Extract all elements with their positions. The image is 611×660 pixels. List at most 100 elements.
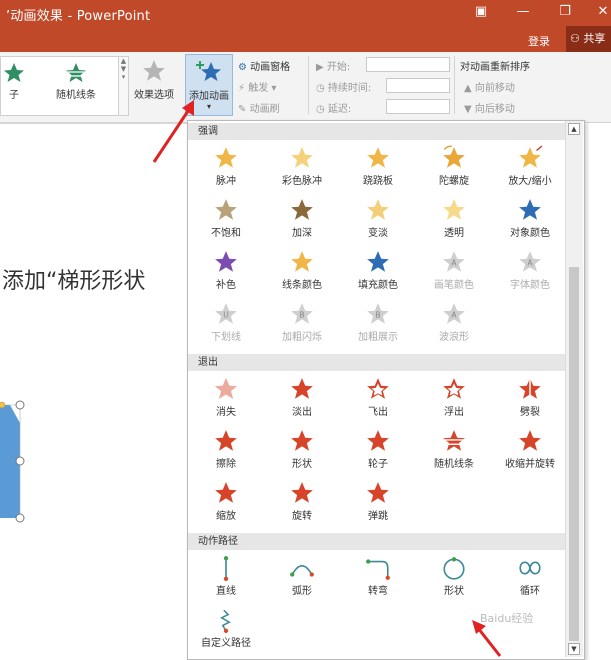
fill-color-star-icon bbox=[340, 249, 416, 275]
effect-label: 淡出 bbox=[292, 407, 312, 418]
effect-label: 波浪形 bbox=[439, 332, 469, 343]
color-pulse-star-icon bbox=[264, 145, 340, 171]
motion-effect-loop-path[interactable]: 循环 bbox=[492, 551, 568, 601]
share-button[interactable]: ⚇ 共享 bbox=[566, 26, 611, 52]
play-icon: ▶ bbox=[316, 62, 324, 73]
window-title: ’动画效果 - PowerPoint bbox=[6, 9, 151, 24]
exit-effect-split-star[interactable]: 劈裂 bbox=[492, 372, 568, 422]
emphasis-effect-darken-star[interactable]: 加深 bbox=[264, 193, 340, 243]
login-link[interactable]: 登录 bbox=[528, 33, 550, 49]
shape-star-icon bbox=[264, 428, 340, 454]
emphasis-effect-fill-color-star[interactable]: 填充颜色 bbox=[340, 245, 416, 295]
emphasis-effect-grow-shrink-star[interactable]: 放大/缩小 bbox=[492, 141, 568, 191]
gallery-scrollbar[interactable]: ▲ ▼ ▾ bbox=[118, 56, 129, 116]
effect-label: 飞出 bbox=[368, 407, 388, 418]
random-bars-star-icon bbox=[416, 428, 492, 454]
emphasis-effect-desaturate-star[interactable]: 不饱和 bbox=[188, 193, 264, 243]
move-earlier-button[interactable]: ▲ 向前移动 bbox=[464, 79, 515, 94]
scroll-up-icon[interactable]: ▲ bbox=[568, 123, 580, 135]
trapezoid-shape[interactable] bbox=[0, 393, 30, 523]
effect-label: 下划线 bbox=[211, 332, 241, 343]
star-green-icon bbox=[0, 61, 41, 85]
effect-label: 形状 bbox=[292, 459, 312, 470]
fade-star-icon bbox=[264, 376, 340, 402]
line-path-icon bbox=[188, 555, 264, 581]
duration-input[interactable] bbox=[386, 78, 450, 93]
exit-effect-shape-star[interactable]: 形状 bbox=[264, 424, 340, 474]
restore-icon[interactable]: ❐ bbox=[552, 3, 578, 21]
emphasis-effect-color-pulse-star[interactable]: 彩色脉冲 bbox=[264, 141, 340, 191]
exit-effect-fly-out-star[interactable]: 飞出 bbox=[340, 372, 416, 422]
add-animation-icon bbox=[186, 59, 232, 85]
start-label: 开始: bbox=[326, 62, 351, 73]
motion-effect-custom-path[interactable]: 自定义路径 bbox=[188, 603, 264, 653]
font-color-icon: A bbox=[492, 249, 568, 275]
user-icon: ⚇ bbox=[570, 32, 580, 45]
effect-label: 不饱和 bbox=[211, 228, 241, 239]
emphasis-effect-pulse-star[interactable]: 脉冲 bbox=[188, 141, 264, 191]
ribbon-display-icon[interactable]: ▣ bbox=[468, 3, 494, 21]
emphasis-effect-line-color-star[interactable]: 线条颜色 bbox=[264, 245, 340, 295]
move-later-button[interactable]: ▼ 向后移动 bbox=[464, 100, 515, 115]
motion-effect-arc-path[interactable]: 弧形 bbox=[264, 551, 340, 601]
emphasis-effect-complementary-color-star[interactable]: 补色 bbox=[188, 245, 264, 295]
move-later-label: 向后移动 bbox=[474, 104, 515, 115]
animation-pane-button[interactable]: ⚙ 动画窗格 bbox=[238, 58, 290, 73]
motion-paths-header: 动作路径 bbox=[188, 533, 565, 550]
scroll-thumb[interactable] bbox=[569, 267, 579, 641]
wipe-star-icon bbox=[188, 428, 264, 454]
gallery-item[interactable]: 随机线条 bbox=[49, 59, 103, 101]
gallery-item[interactable]: 子 bbox=[0, 59, 41, 101]
exit-effect-float-out-star[interactable]: 浮出 bbox=[416, 372, 492, 422]
effect-label: 填充颜色 bbox=[358, 280, 398, 291]
svg-text:A: A bbox=[527, 258, 533, 267]
down-arrow-icon: ▼ bbox=[464, 104, 472, 115]
duration-label-group: ◷ 持续时间: bbox=[316, 79, 371, 94]
effect-label: 对象颜色 bbox=[510, 228, 550, 239]
darken-star-icon bbox=[264, 197, 340, 223]
svg-text:A: A bbox=[451, 258, 457, 267]
effect-label: 加粗展示 bbox=[358, 332, 398, 343]
scroll-down-icon[interactable]: ▼ bbox=[568, 643, 580, 655]
watermark: Baidu经验 bbox=[480, 612, 534, 625]
exit-effect-shrink-turn-star[interactable]: 收缩并旋转 bbox=[492, 424, 568, 474]
shrink-turn-star-icon bbox=[492, 428, 568, 454]
trigger-button[interactable]: ⚡ 触发 ▾ bbox=[238, 79, 276, 94]
motion-effect-line-path[interactable]: 直线 bbox=[188, 551, 264, 601]
motion-effect-turn-path[interactable]: 转弯 bbox=[340, 551, 416, 601]
slide-text[interactable]: 添加“梯形形状 bbox=[2, 263, 145, 295]
exit-effect-fade-star[interactable]: 淡出 bbox=[264, 372, 340, 422]
exit-effect-wheel-star[interactable]: 轮子 bbox=[340, 424, 416, 474]
clock-icon: ◷ bbox=[316, 104, 325, 115]
start-select[interactable] bbox=[366, 57, 450, 72]
motion-effect-shape-path[interactable]: 形状 bbox=[416, 551, 492, 601]
bold-flash-icon: B bbox=[264, 301, 340, 327]
exit-effect-swivel-star[interactable]: 旋转 bbox=[264, 476, 340, 526]
delay-label-group: ◷ 延迟: bbox=[316, 100, 351, 115]
emphasis-effect-teeter-star[interactable]: 跷跷板 bbox=[340, 141, 416, 191]
exit-effect-random-bars-star[interactable]: 随机线条 bbox=[416, 424, 492, 474]
emphasis-header: 强调 bbox=[188, 123, 565, 140]
emphasis-effect-transparency-star[interactable]: 透明 bbox=[416, 193, 492, 243]
pulse-star-icon bbox=[188, 145, 264, 171]
emphasis-effect-lighten-star[interactable]: 变淡 bbox=[340, 193, 416, 243]
object-color-star-icon bbox=[492, 197, 568, 223]
exit-effect-wipe-star[interactable]: 擦除 bbox=[188, 424, 264, 474]
exit-effect-disappear-star[interactable]: 消失 bbox=[188, 372, 264, 422]
effect-label: 弧形 bbox=[292, 586, 312, 597]
random-bars-star-icon bbox=[49, 61, 103, 85]
emphasis-effect-object-color-star[interactable]: 对象颜色 bbox=[492, 193, 568, 243]
animation-painter-button[interactable]: ✎ 动画刷 bbox=[238, 100, 280, 115]
close-icon[interactable]: ✕ bbox=[590, 3, 611, 21]
emphasis-effect-spin-star[interactable]: 陀螺旋 bbox=[416, 141, 492, 191]
effect-label: 放大/缩小 bbox=[508, 176, 552, 187]
gallery-item-label: 随机线条 bbox=[56, 90, 96, 101]
exit-effect-bounce-star[interactable]: 弹跳 bbox=[340, 476, 416, 526]
minimize-icon[interactable]: — bbox=[510, 3, 536, 21]
exit-effect-zoom-star[interactable]: 缩放 bbox=[188, 476, 264, 526]
effect-label: 画笔颜色 bbox=[434, 280, 474, 291]
delay-input[interactable] bbox=[386, 99, 450, 114]
dropdown-arrow-icon: ▾ bbox=[271, 83, 277, 94]
add-animation-dropdown: 强调 退出 动作路径 ▲ ▼ 脉冲 彩色脉冲 跷跷板 陀螺旋 放大/缩小 不饱和 加深 变淡 透… bbox=[187, 120, 585, 660]
arc-path-icon bbox=[264, 555, 340, 581]
